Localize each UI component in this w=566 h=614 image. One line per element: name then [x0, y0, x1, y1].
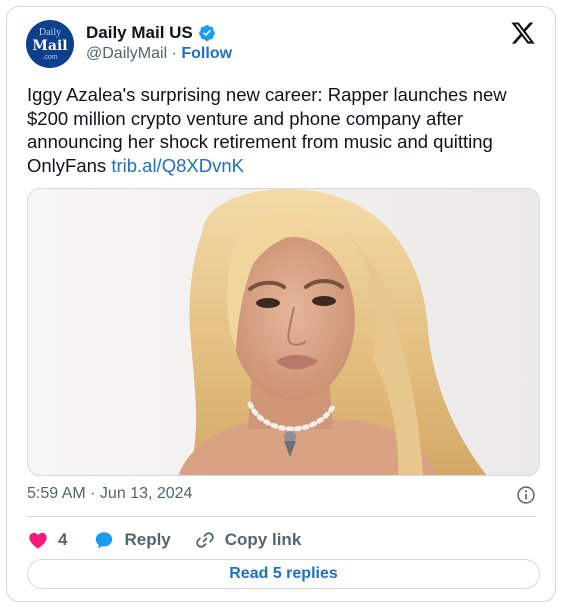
info-icon[interactable] [516, 485, 536, 505]
avatar-line-3: .com [42, 53, 58, 61]
handle-separator: · [171, 45, 177, 62]
x-logo-icon[interactable] [510, 20, 536, 46]
reply-button[interactable]: Reply [93, 529, 171, 551]
action-bar: 4 Reply Copy link [27, 528, 301, 552]
like-button[interactable]: 4 [27, 529, 67, 551]
avatar-line-1: Daily [38, 26, 62, 38]
heart-icon [29, 532, 47, 549]
follow-button[interactable]: Follow [181, 45, 232, 62]
link-icon [195, 532, 214, 548]
portrait-photo [28, 189, 539, 475]
tweet-photo[interactable] [27, 188, 540, 476]
tweet-timestamp[interactable]: 5:59 AM · Jun 13, 2024 [27, 485, 192, 503]
read-replies-button[interactable]: Read 5 replies [27, 559, 540, 589]
copy-link-button[interactable]: Copy link [194, 529, 302, 551]
reply-bubble-icon [96, 532, 113, 549]
like-count: 4 [58, 530, 68, 549]
author-handle[interactable]: @DailyMail [86, 45, 167, 62]
avatar-line-2: Mail [32, 37, 68, 54]
reply-label: Reply [124, 530, 171, 549]
display-name[interactable]: Daily Mail US [86, 23, 193, 43]
verified-badge-icon [198, 25, 215, 41]
copy-link-label: Copy link [224, 530, 302, 549]
embedded-tweet-card: Daily Mail .com Daily Mail US @DailyMail… [6, 6, 556, 602]
handle-row: @DailyMail · Follow [86, 45, 232, 63]
avatar[interactable]: Daily Mail .com [26, 20, 74, 68]
divider [27, 516, 536, 517]
tweet-text: Iggy Azalea's surprising new career: Rap… [27, 83, 547, 177]
tweet-link[interactable]: trib.al/Q8XDvnK [111, 155, 244, 176]
author-name-row: Daily Mail US [86, 23, 216, 43]
tweet-body: Iggy Azalea's surprising new career: Rap… [27, 84, 507, 176]
